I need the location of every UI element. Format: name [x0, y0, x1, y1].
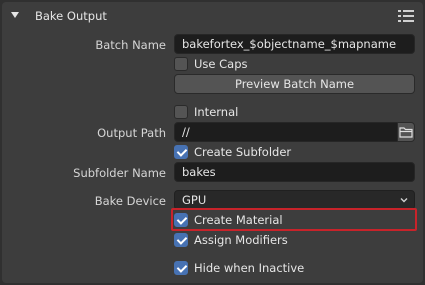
use-caps-checkbox-row[interactable]: Use Caps	[174, 55, 248, 73]
internal-checkbox-row[interactable]: Internal	[174, 103, 238, 121]
assign-modifiers-checkbox-row[interactable]: Assign Modifiers	[174, 231, 288, 249]
output-path-field[interactable]: //	[174, 122, 398, 142]
folder-browse-button[interactable]	[397, 122, 415, 142]
internal-checkbox[interactable]	[174, 105, 188, 119]
create-material-highlight	[171, 208, 417, 231]
folder-icon	[399, 127, 413, 138]
bake-device-value: GPU	[182, 193, 207, 207]
assign-modifiers-label: Assign Modifiers	[194, 233, 288, 247]
bake-device-label: Bake Device	[94, 194, 166, 208]
chevron-down-icon	[400, 198, 408, 203]
create-subfolder-label: Create Subfolder	[194, 145, 292, 159]
subfolder-name-field[interactable]: bakes	[174, 162, 415, 182]
batch-name-field[interactable]: bakefortex_$objectname_$mapname	[174, 34, 415, 54]
hide-when-inactive-checkbox[interactable]	[174, 261, 188, 275]
bake-device-dropdown[interactable]: GPU	[174, 190, 415, 210]
collapse-arrow-icon[interactable]	[11, 12, 19, 18]
list-menu-icon[interactable]	[398, 9, 414, 23]
create-subfolder-checkbox-row[interactable]: Create Subfolder	[174, 143, 291, 161]
panel-header[interactable]: Bake Output	[2, 2, 423, 30]
hide-when-inactive-checkbox-row[interactable]: Hide when Inactive	[174, 259, 304, 277]
output-path-label: Output Path	[97, 126, 166, 140]
assign-modifiers-checkbox[interactable]	[174, 233, 188, 247]
use-caps-label: Use Caps	[194, 57, 248, 71]
subfolder-name-label: Subfolder Name	[73, 166, 166, 180]
panel-title: Bake Output	[35, 9, 107, 23]
internal-label: Internal	[194, 105, 239, 119]
use-caps-checkbox[interactable]	[174, 57, 188, 71]
hide-when-inactive-label: Hide when Inactive	[194, 261, 305, 275]
create-subfolder-checkbox[interactable]	[174, 145, 188, 159]
preview-batch-name-button[interactable]: Preview Batch Name	[174, 74, 415, 94]
batch-name-label: Batch Name	[95, 38, 166, 52]
